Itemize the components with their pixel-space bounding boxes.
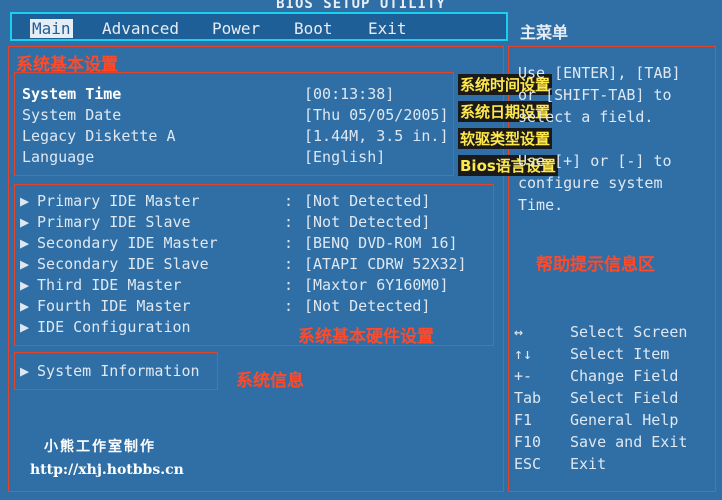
tab-advanced[interactable]: Advanced [102,19,179,38]
annotation-help-area: 帮助提示信息区 [536,255,655,275]
secondary-ide-master-value: [BENQ DVD-ROM 16] [304,234,458,252]
annotation-hardware-settings: 系统基本硬件设置 [298,327,434,347]
key-desc: Select Item [570,345,670,363]
tab-power[interactable]: Power [212,19,260,38]
separator-colon: : [284,276,294,294]
secondary-ide-slave-value: [ATAPI CDRW 52X32] [304,255,467,273]
f10-key: F10 [514,433,542,451]
key-desc: General Help [570,411,679,429]
annotation-system-info: 系统信息 [236,371,304,391]
ide-configuration-label: IDE Configuration [37,318,191,336]
system-date-value[interactable]: [Thu 05/05/2005] [304,106,449,124]
bios-title: BIOS SETUP UTILITY [276,0,446,12]
tab-key: Tab [514,389,542,407]
primary-ide-master-label: Primary IDE Master [37,192,200,210]
submenu-arrow-icon: ▶ [20,318,30,336]
submenu-arrow-icon: ▶ [20,362,30,380]
language-value[interactable]: [English] [304,148,385,166]
plus-minus-key: +- [514,367,533,385]
primary-ide-slave-label: Primary IDE Slave [37,213,191,231]
up-down-arrow-icon: ↑↓ [514,345,533,363]
separator-colon: : [284,234,294,252]
annotation-basic-settings: 系统基本设置 [16,55,118,75]
secondary-ide-master-label: Secondary IDE Master [37,234,218,252]
submenu-arrow-icon: ▶ [20,192,30,210]
annotation-floppy-setting: 软驱类型设置 [458,128,553,149]
legacy-diskette-value[interactable]: [1.44M, 3.5 in.] [304,127,449,145]
help-line-1: Use [ENTER], [TAB] [518,64,681,82]
fourth-ide-master-label: Fourth IDE Master [37,297,191,315]
left-right-arrow-icon: ↔ [514,323,524,341]
credit-name: 小熊工作室制作 [44,439,156,455]
submenu-arrow-icon: ▶ [20,297,30,315]
fourth-ide-master-value: [Not Detected] [304,297,431,315]
credit-url: http://xhj.hotbbs.cn [30,462,184,478]
esc-key: ESC [514,455,542,473]
separator-colon: : [284,192,294,210]
submenu-arrow-icon: ▶ [20,234,30,252]
submenu-arrow-icon: ▶ [20,213,30,231]
help-line-2: or [SHIFT-TAB] to [518,86,672,104]
third-ide-master-value: [Maxtor 6Y160M0] [304,276,449,294]
legacy-diskette-label: Legacy Diskette A [22,127,176,145]
help-line-4: Use [+] or [-] to [518,152,672,170]
system-information-label: System Information [37,362,200,380]
main-menu-cn-label: 主菜单 [520,23,569,42]
key-desc: Select Field [570,389,679,407]
secondary-ide-slave-label: Secondary IDE Slave [37,255,209,273]
key-desc: Save and Exit [570,433,688,451]
separator-colon: : [284,213,294,231]
submenu-arrow-icon: ▶ [20,255,30,273]
tab-exit[interactable]: Exit [368,19,407,38]
key-desc: Change Field [570,367,679,385]
tab-boot[interactable]: Boot [294,19,333,38]
key-desc: Exit [570,455,607,473]
separator-colon: : [284,297,294,315]
separator-colon: : [284,255,294,273]
system-time-value[interactable]: [00:13:38] [304,85,394,103]
f1-key: F1 [514,411,533,429]
menu-bar: Main Advanced Power Boot Exit [10,12,508,41]
language-label: Language [22,148,95,166]
submenu-arrow-icon: ▶ [20,276,30,294]
system-time-label: System Time [22,85,122,103]
key-desc: Select Screen [570,323,688,341]
third-ide-master-label: Third IDE Master [37,276,182,294]
primary-ide-slave-value: [Not Detected] [304,213,431,231]
help-line-5: configure system Time. [518,174,663,214]
help-line-3: select a field. [518,108,654,126]
tab-main[interactable]: Main [30,19,73,38]
primary-ide-master-value: [Not Detected] [304,192,431,210]
system-date-label: System Date [22,106,122,124]
